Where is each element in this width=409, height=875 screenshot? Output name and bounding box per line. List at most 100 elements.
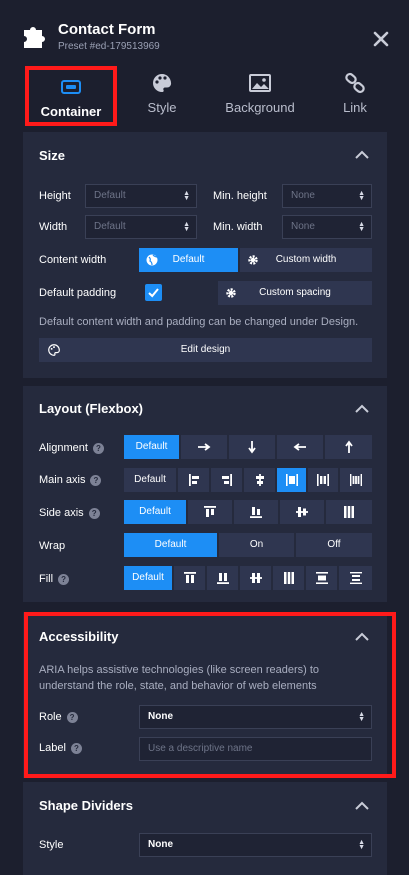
content-width-custom-button[interactable]: Custom width xyxy=(240,248,372,272)
highlight-frame xyxy=(24,612,396,778)
content-width-toggle: Default Custom width xyxy=(139,248,372,272)
tab-background[interactable]: Background xyxy=(213,66,307,126)
default-padding-checkbox[interactable] xyxy=(145,284,162,301)
chevron-up-icon xyxy=(355,150,369,159)
align-bottom-icon xyxy=(250,507,262,518)
fill-end-button[interactable] xyxy=(207,566,240,590)
link-icon xyxy=(345,72,365,94)
min-height-field[interactable]: None ▲ ▼ xyxy=(282,184,372,208)
panel-header: Contact Form Preset #ed-179513969 xyxy=(0,0,409,60)
wrap-default-button[interactable]: Default xyxy=(124,533,219,557)
tab-container[interactable]: Container xyxy=(25,66,117,126)
side-axis-stretch-button[interactable] xyxy=(326,500,372,524)
spinner-icon: ▲ ▼ xyxy=(358,839,365,851)
button-label: On xyxy=(249,539,264,550)
alignment-toggle: Default xyxy=(124,435,372,459)
shape-style-select[interactable]: None ▲ ▼ xyxy=(139,833,372,857)
spinner-icon: ▲ ▼ xyxy=(183,190,190,202)
palette-icon xyxy=(153,74,172,92)
alignment-right-button[interactable] xyxy=(181,435,229,459)
main-axis-between-button[interactable] xyxy=(277,468,308,492)
main-axis-default-button[interactable]: Default xyxy=(124,468,178,492)
custom-spacing-button[interactable]: Custom spacing xyxy=(218,281,372,305)
button-label: Default xyxy=(139,506,171,517)
page-title: Contact Form xyxy=(58,21,156,38)
side-axis-end-button[interactable] xyxy=(234,500,280,524)
main-axis-evenly-button[interactable] xyxy=(340,468,372,492)
button-label: Custom spacing xyxy=(259,287,331,298)
wrap-label: Wrap xyxy=(39,540,66,552)
side-axis-start-button[interactable] xyxy=(188,500,234,524)
justify-between-icon xyxy=(285,474,298,486)
size-section-header[interactable]: Size xyxy=(23,132,387,178)
height-field[interactable]: Default ▲ ▼ xyxy=(85,184,197,208)
button-label: Default xyxy=(135,441,168,452)
fill-start-button[interactable] xyxy=(174,566,207,590)
side-axis-toggle: Default xyxy=(124,500,372,524)
width-field[interactable]: Default ▲ ▼ xyxy=(85,215,197,239)
min-width-label: Min. width xyxy=(213,221,263,233)
section-title: Shape Dividers xyxy=(39,798,133,813)
alignment-default-button[interactable]: Default xyxy=(124,435,181,459)
justify-end-icon xyxy=(221,474,232,486)
fill-stretch-button[interactable] xyxy=(273,566,306,590)
edit-design-button[interactable]: Edit design xyxy=(39,338,372,362)
main-axis-start-button[interactable] xyxy=(178,468,211,492)
button-label: Default xyxy=(172,254,205,265)
justify-start-icon xyxy=(188,474,199,486)
size-section: Size Height Default ▲ ▼ Min. height None … xyxy=(23,132,387,378)
label-text: Alignment xyxy=(39,442,88,454)
min-height-placeholder: None xyxy=(291,190,315,201)
label-text: Fill xyxy=(39,573,54,585)
wrap-off-button[interactable]: Off xyxy=(296,533,372,557)
alignment-down-button[interactable] xyxy=(229,435,277,459)
wrap-on-button[interactable]: On xyxy=(219,533,296,557)
min-width-field[interactable]: None ▲ ▼ xyxy=(282,215,372,239)
chevron-up-icon xyxy=(355,404,369,413)
layout-section: Layout (Flexbox) Alignment? Default Main… xyxy=(23,386,387,602)
width-placeholder: Default xyxy=(94,221,126,232)
justify-evenly-icon xyxy=(350,474,362,486)
help-icon[interactable]: ? xyxy=(58,574,70,585)
chevron-up-icon xyxy=(355,801,369,810)
align-stretch-icon xyxy=(344,506,354,518)
arrow-down-icon xyxy=(248,441,256,454)
shape-style-label: Style xyxy=(39,839,64,851)
side-axis-label: Side axis? xyxy=(39,507,100,519)
fill-center-button[interactable] xyxy=(240,566,273,590)
button-label: Edit design xyxy=(180,344,231,355)
main-axis-center-button[interactable] xyxy=(244,468,277,492)
tab-style[interactable]: Style xyxy=(125,66,199,126)
help-icon[interactable]: ? xyxy=(90,475,102,486)
fill-around-button[interactable] xyxy=(339,566,372,590)
checkmark-icon xyxy=(148,288,159,298)
align-content-between-icon xyxy=(315,572,328,584)
main-axis-toggle: Default xyxy=(124,468,372,492)
content-width-default-button[interactable]: Default xyxy=(139,248,240,272)
close-icon[interactable] xyxy=(372,30,390,48)
palette-icon xyxy=(48,344,60,356)
alignment-left-button[interactable] xyxy=(277,435,325,459)
shape-dividers-section-header[interactable]: Shape Dividers xyxy=(23,782,387,828)
gear-icon xyxy=(248,255,258,265)
side-axis-center-button[interactable] xyxy=(280,500,326,524)
fill-default-button[interactable]: Default xyxy=(124,566,174,590)
main-axis-around-button[interactable] xyxy=(308,468,340,492)
image-icon xyxy=(249,74,271,92)
button-label: Default xyxy=(134,474,166,485)
fill-between-button[interactable] xyxy=(306,566,339,590)
layout-section-header[interactable]: Layout (Flexbox) xyxy=(23,386,387,432)
wrap-toggle: Default On Off xyxy=(124,533,372,557)
help-icon[interactable]: ? xyxy=(92,443,104,454)
preset-id: Preset #ed-179513969 xyxy=(58,41,160,52)
alignment-up-button[interactable] xyxy=(325,435,372,459)
alignment-label: Alignment? xyxy=(39,442,104,454)
help-icon[interactable]: ? xyxy=(88,508,100,519)
content-width-label: Content width xyxy=(39,254,107,266)
main-axis-end-button[interactable] xyxy=(211,468,244,492)
arrow-up-icon xyxy=(344,440,353,453)
min-height-label: Min. height xyxy=(213,190,267,202)
side-axis-default-button[interactable]: Default xyxy=(124,500,188,524)
button-label: Default xyxy=(132,572,164,583)
tab-link[interactable]: Link xyxy=(326,66,384,126)
